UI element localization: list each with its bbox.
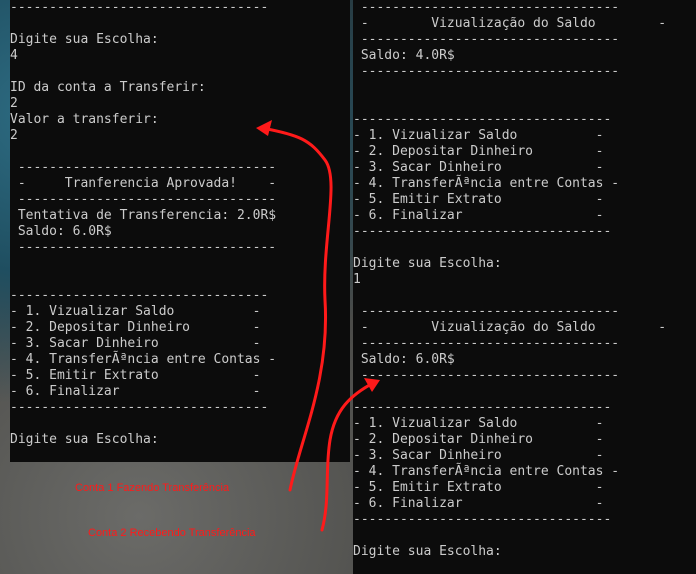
terminal-line: - Vizualização do Saldo - (353, 16, 667, 31)
terminal-line: Digite sua Escolha: (10, 32, 159, 47)
terminal-line: - 6. Finalizar - (353, 496, 604, 511)
terminal-line: - 4. TransferÃªncia entre Contas - (353, 176, 620, 191)
terminal-line: - 2. Depositar Dinheiro - (353, 144, 604, 159)
terminal-line: ID da conta a Transferir: (10, 80, 206, 95)
terminal-line: - 1. Vizualizar Saldo - (10, 304, 261, 319)
terminal-line: - 4. TransferÃªncia entre Contas - (10, 352, 277, 367)
terminal-line: Saldo: 6.0R$ (10, 224, 112, 239)
terminal-line: --------------------------------- (353, 368, 620, 383)
terminal-line: --------------------------------- (353, 0, 620, 15)
terminal-line: Digite sua Escolha: (353, 256, 502, 271)
terminal-line: Valor a transferir: (10, 112, 159, 127)
terminal-line: Tentativa de Transferencia: 2.0R$ (10, 208, 277, 223)
terminal-line: - 5. Emitir Extrato - (353, 192, 604, 207)
terminal-line: --------------------------------- (10, 400, 269, 415)
terminal-line: 1 (353, 272, 361, 287)
terminal-line: - Tranferencia Aprovada! - (10, 176, 277, 191)
terminal-line: --------------------------------- (353, 400, 612, 415)
terminal-line: - 1. Vizualizar Saldo - (353, 128, 604, 143)
terminal-line: --------------------------------- (10, 240, 277, 255)
terminal-line: --------------------------------- (353, 32, 620, 47)
terminal-line: - 3. Sacar Dinheiro - (10, 336, 261, 351)
terminal-line: - 5. Emitir Extrato - (353, 480, 604, 495)
terminal-line: Digite sua Escolha: (353, 544, 502, 559)
terminal-line: --------------------------------- (353, 512, 612, 527)
terminal-line: --------------------------------- (353, 224, 612, 239)
terminal-line: --------------------------------- (10, 0, 269, 15)
caption-account-2-receiving: Conta 2 Recebendo Transferência (88, 527, 256, 539)
terminal-line: --------------------------------- (353, 336, 620, 351)
terminal-line: - 3. Sacar Dinheiro - (353, 448, 604, 463)
terminal-window-account-1[interactable]: --------------------------------- Digite… (10, 0, 350, 462)
caption-account-1-sending: Conta 1 Fazendo Transferência (75, 482, 230, 494)
terminal-line: - 4. TransferÃªncia entre Contas - (353, 464, 620, 479)
terminal-line: --------------------------------- (353, 64, 620, 79)
terminal-window-account-2[interactable]: --------------------------------- - Vizu… (353, 0, 696, 574)
terminal-line: Saldo: 4.0R$ (353, 48, 455, 63)
terminal-line: - 6. Finalizar - (10, 384, 261, 399)
terminal-line: Saldo: 6.0R$ (353, 352, 455, 367)
terminal-line: Digite sua Escolha: (10, 432, 159, 447)
terminal-line: 2 (10, 96, 18, 111)
terminal-line: - Vizualização do Saldo - (353, 320, 667, 335)
terminal-line: --------------------------------- (10, 288, 269, 303)
terminal-line: 4 (10, 48, 18, 63)
terminal-line: --------------------------------- (10, 160, 277, 175)
terminal-line: 2 (10, 128, 18, 143)
terminal-line: - 3. Sacar Dinheiro - (353, 160, 604, 175)
terminal-line: - 2. Depositar Dinheiro - (353, 432, 604, 447)
terminal-line: - 6. Finalizar - (353, 208, 604, 223)
terminal-line: - 2. Depositar Dinheiro - (10, 320, 261, 335)
terminal-line: --------------------------------- (10, 192, 277, 207)
terminal-line: - 5. Emitir Extrato - (10, 368, 261, 383)
terminal-line: - 1. Vizualizar Saldo - (353, 416, 604, 431)
terminal-line: --------------------------------- (353, 304, 620, 319)
terminal-line: --------------------------------- (353, 112, 612, 127)
